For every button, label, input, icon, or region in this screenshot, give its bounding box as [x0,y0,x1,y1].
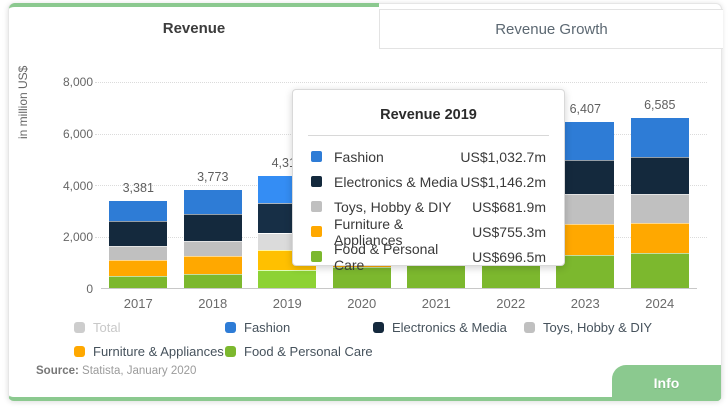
tooltip-value: US$1,032.7m [460,149,546,165]
bar-2017[interactable] [109,201,167,288]
x-tick-2020: 2020 [325,296,400,311]
tab-bar: Revenue Revenue Growth [9,3,723,49]
bar-segment-fashion [631,118,689,158]
legend-swatch-food-personal-care [225,346,236,357]
bar-segment-toys-hobby-diy [631,194,689,223]
x-tick-2017: 2017 [101,296,176,311]
bar-segment-electronics-media [109,221,167,246]
legend-item-fashion[interactable]: Fashion [225,320,373,335]
x-tick-2024: 2024 [623,296,698,311]
bar-segment-electronics-media [631,157,689,193]
x-tick-2021: 2021 [399,296,474,311]
legend-label: Fashion [244,320,290,335]
legend-label: Food & Personal Care [244,344,373,359]
legend-swatch-furniture-appliances [74,346,85,357]
series-color-swatch [311,226,322,237]
tooltip-title: Revenue 2019 [293,107,564,123]
legend-label: Total [93,320,120,335]
y-tick: 4,000 [31,179,93,193]
info-button[interactable]: Info [612,365,721,401]
source-text: Statista, January 2020 [79,365,197,377]
source-note: Source: Statista, January 2020 [36,365,196,377]
tooltip-row-fashion: Fashion US$1,032.7m [293,144,564,169]
legend-item-food-personal-care[interactable]: Food & Personal Care [225,344,373,359]
bar-segment-toys-hobby-diy [109,246,167,260]
bar-segment-food-personal-care [184,274,242,288]
bar-segment-furniture-appliances [631,223,689,253]
bar-segment-fashion [184,190,242,213]
tooltip-value: US$755.3m [472,224,546,240]
tab-revenue[interactable]: Revenue [9,3,379,49]
bar-segment-food-personal-care [631,253,689,288]
y-axis-title: in million US$ [16,123,30,139]
tooltip-label: Electronics & Media [334,174,458,190]
legend-swatch-fashion [225,322,236,333]
bar-segment-toys-hobby-diy [184,241,242,256]
bar-2024[interactable] [631,118,689,288]
legend-label: Furniture & Appliances [93,344,224,359]
bar-segment-fashion [109,201,167,222]
y-tick: 2,000 [31,230,93,244]
y-tick: 6,000 [31,127,93,141]
tooltip-row-food-personal-care: Food & Personal Care US$696.5m [293,244,564,269]
y-tick: 0 [31,282,93,296]
legend-label: Electronics & Media [392,320,507,335]
legend-item-furniture-appliances[interactable]: Furniture & Appliances [74,344,225,359]
tooltip-label: Toys, Hobby & DIY [334,199,452,215]
series-color-swatch [311,151,322,162]
legend-label: Toys, Hobby & DIY [543,320,652,335]
bar-segment-furniture-appliances [184,256,242,274]
tooltip-label: Food & Personal Care [334,241,472,273]
tooltip-divider [308,135,549,136]
tooltip-label: Fashion [334,149,384,165]
tooltip-value: US$696.5m [472,249,546,265]
source-prefix: Source: [36,365,79,377]
x-tick-2023: 2023 [548,296,623,311]
legend-swatch-electronics-media [373,322,384,333]
x-tick-2018: 2018 [176,296,251,311]
bar-segment-food-personal-care [258,270,316,288]
statistic-card: Revenue Revenue Growth in million US$ 8,… [8,3,722,401]
y-tick: 8,000 [31,75,93,89]
tooltip-value: US$1,146.2m [460,174,546,190]
x-tick-2022: 2022 [474,296,549,311]
legend-item-toys-hobby-diy[interactable]: Toys, Hobby & DIY [524,320,714,335]
series-color-swatch [311,201,322,212]
series-color-swatch [311,176,322,187]
bar-segment-electronics-media [184,214,242,241]
series-color-swatch [311,251,322,262]
legend-item-electronics-media[interactable]: Electronics & Media [373,320,524,335]
bar-segment-food-personal-care [109,276,167,288]
x-tick-2019: 2019 [250,296,325,311]
legend-swatch-toys-hobby-diy [524,322,535,333]
tooltip-value: US$681.9m [472,199,546,215]
x-axis: 20172018201920202021202220232024 [101,296,697,311]
bar-total-label-2024: 6,585 [623,98,698,112]
tooltip-row-electronics-media: Electronics & Media US$1,146.2m [293,169,564,194]
bar-segment-furniture-appliances [109,260,167,276]
bar-total-label-2017: 3,381 [101,181,176,195]
tooltip-revenue-2019: Revenue 2019 Fashion US$1,032.7m Electro… [292,89,565,266]
bar-total-label-2018: 3,773 [176,170,251,184]
legend-item-total[interactable]: Total [74,320,225,335]
tab-revenue-growth[interactable]: Revenue Growth [379,9,723,49]
legend-swatch-total [74,322,85,333]
legend: Total Fashion Electronics & Media Toys, … [74,320,714,359]
gridline-8000 [95,82,707,83]
bar-2018[interactable] [184,190,242,288]
